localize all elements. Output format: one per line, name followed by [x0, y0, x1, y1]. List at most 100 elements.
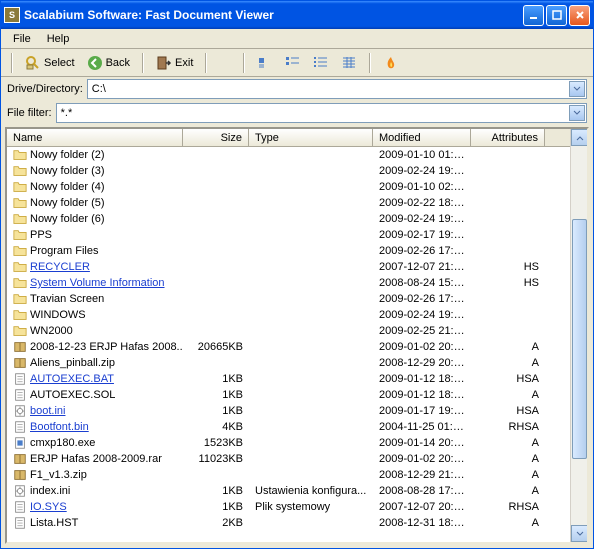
drive-combo[interactable]: C:\ [87, 79, 587, 99]
table-row[interactable]: ERJP Hafas 2008-2009.rar11023KB2009-01-0… [7, 451, 587, 467]
file-name: 2008-12-23 ERJP Hafas 2008... [30, 341, 183, 353]
vertical-scrollbar[interactable] [570, 129, 587, 542]
file-size: 1KB [183, 501, 249, 513]
column-type[interactable]: Type [249, 129, 373, 146]
view-list-button[interactable] [309, 53, 333, 73]
table-row[interactable]: Program Files2009-02-26 17:5... [7, 243, 587, 259]
table-row[interactable]: IO.SYS1KBPlik systemowy2007-12-07 20:2..… [7, 499, 587, 515]
file-modified: 2009-02-24 19:1... [373, 213, 471, 225]
file-icon [13, 484, 27, 498]
file-attributes: A [471, 517, 545, 529]
table-row[interactable]: AUTOEXEC.BAT1KB2009-01-12 18:5...HSA [7, 371, 587, 387]
back-icon [87, 55, 103, 71]
table-row[interactable]: PPS2009-02-17 19:0... [7, 227, 587, 243]
file-modified: 2008-08-24 15:1... [373, 277, 471, 289]
column-name[interactable]: Name [7, 129, 183, 146]
menu-file[interactable]: File [5, 31, 39, 47]
file-name: WINDOWS [30, 309, 86, 321]
file-attributes: HSA [471, 373, 545, 385]
file-icon [13, 244, 27, 258]
table-row[interactable]: WINDOWS 2009-02-24 19:3... [7, 307, 587, 323]
maximize-button[interactable] [546, 5, 567, 26]
table-row[interactable]: AUTOEXEC.SOL1KB2009-01-12 18:1...A [7, 387, 587, 403]
file-modified: 2009-01-12 18:5... [373, 373, 471, 385]
table-row[interactable]: Nowy folder (3)2009-02-24 19:2... [7, 163, 587, 179]
table-row[interactable]: System Volume Information 2008-08-24 15:1… [7, 275, 587, 291]
view-large-icons-button[interactable] [253, 53, 277, 73]
file-attributes: HS [471, 277, 545, 289]
table-row[interactable]: Nowy folder (4) 2009-01-10 02:0... [7, 179, 587, 195]
exit-button[interactable]: Exit [152, 53, 197, 73]
file-name: System Volume Information [30, 277, 165, 289]
table-row[interactable]: Bootfont.bin4KB2004-11-25 01:0...RHSA [7, 419, 587, 435]
drive-label: Drive/Directory: [7, 83, 83, 95]
file-name: Bootfont.bin [30, 421, 89, 433]
file-size: 1KB [183, 485, 249, 497]
table-row[interactable]: RECYCLER2007-12-07 21:2...HS [7, 259, 587, 275]
back-button[interactable]: Back [83, 53, 134, 73]
file-attributes: A [471, 341, 545, 353]
file-modified: 2009-01-02 20:2... [373, 453, 471, 465]
file-name: Nowy folder (5) [30, 197, 105, 209]
file-icon [13, 212, 27, 226]
table-row[interactable]: Lista.HST2KB2008-12-31 18:2...A [7, 515, 587, 531]
table-row[interactable]: Nowy folder (2)2009-01-10 01:2... [7, 147, 587, 163]
table-row[interactable]: cmxp180.exe1523KB2009-01-14 20:4...A [7, 435, 587, 451]
column-modified[interactable]: Modified [373, 129, 471, 146]
column-size[interactable]: Size [183, 129, 249, 146]
table-row[interactable]: WN20002009-02-25 21:4... [7, 323, 587, 339]
maximize-icon [552, 10, 562, 20]
column-attributes[interactable]: Attributes [471, 129, 545, 146]
select-label: Select [44, 57, 75, 69]
file-modified: 2008-12-29 20:5... [373, 357, 471, 369]
filter-dropdown-button[interactable] [569, 105, 585, 121]
file-modified: 2009-02-24 19:3... [373, 309, 471, 321]
table-row[interactable]: index.ini1KBUstawienia konfigura...2008-… [7, 483, 587, 499]
chevron-down-icon [573, 110, 581, 116]
file-name: WN2000 [30, 325, 73, 337]
file-modified: 2009-01-10 02:0... [373, 181, 471, 193]
drive-dropdown-button[interactable] [569, 81, 585, 97]
file-size: 4KB [183, 421, 249, 433]
file-icon [13, 452, 27, 466]
filter-bar: File filter: *.* [1, 101, 593, 125]
file-attributes: RHSA [471, 501, 545, 513]
close-button[interactable] [569, 5, 590, 26]
file-icon [13, 276, 27, 290]
file-attributes: A [471, 437, 545, 449]
file-attributes: A [471, 469, 545, 481]
file-modified: 2009-02-26 17:5... [373, 245, 471, 257]
file-icon [13, 436, 27, 450]
file-modified: 2008-08-28 17:1... [373, 485, 471, 497]
file-icon [13, 500, 27, 514]
file-modified: 2009-02-17 19:0... [373, 229, 471, 241]
file-modified: 2007-12-07 20:2... [373, 501, 471, 513]
scroll-down-button[interactable] [571, 525, 588, 542]
titlebar[interactable]: S Scalabium Software: Fast Document View… [1, 1, 593, 29]
file-modified: 2009-01-12 18:1... [373, 389, 471, 401]
drive-bar: Drive/Directory: C:\ [1, 77, 593, 101]
table-row[interactable]: 2008-12-23 ERJP Hafas 2008...20665KB2009… [7, 339, 587, 355]
filter-combo[interactable]: *.* [56, 103, 587, 123]
menu-help[interactable]: Help [39, 31, 78, 47]
table-row[interactable]: Nowy folder (5)2009-02-22 18:1... [7, 195, 587, 211]
table-row[interactable]: boot.ini1KB2009-01-17 19:0...HSA [7, 403, 587, 419]
view-small-icons-button[interactable] [281, 53, 305, 73]
file-name: Nowy folder (4) [30, 181, 105, 193]
refresh-button[interactable] [379, 53, 403, 73]
select-button[interactable]: Select [21, 53, 79, 73]
minimize-button[interactable] [523, 5, 544, 26]
file-icon [13, 516, 27, 530]
table-row[interactable]: Travian Screen2009-02-26 17:3... [7, 291, 587, 307]
chevron-down-icon [576, 531, 584, 537]
file-modified: 2009-01-14 20:4... [373, 437, 471, 449]
file-size: 20665KB [183, 341, 249, 353]
table-row[interactable]: F1_v1.3.zip2008-12-29 21:0...A [7, 467, 587, 483]
table-row[interactable]: Nowy folder (6)2009-02-24 19:1... [7, 211, 587, 227]
table-row[interactable]: Aliens_pinball.zip2008-12-29 20:5...A [7, 355, 587, 371]
scroll-up-button[interactable] [571, 129, 588, 146]
view-details-button[interactable] [337, 53, 361, 73]
scroll-thumb[interactable] [572, 219, 587, 459]
column-headers: Name Size Type Modified Attributes [7, 129, 587, 147]
file-type: Ustawienia konfigura... [249, 485, 373, 497]
